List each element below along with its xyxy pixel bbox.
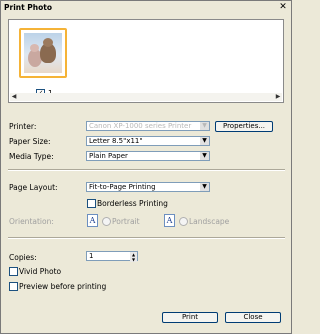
divider — [8, 169, 285, 171]
copies-value: 1 — [89, 252, 94, 260]
copies-label: Copies: — [9, 253, 37, 262]
vivid-photo-checkbox[interactable] — [9, 267, 18, 276]
copies-stepper[interactable]: ▲ ▼ — [130, 252, 137, 262]
scroll-left-icon[interactable]: ◀ — [10, 93, 18, 101]
paper-size-value: Letter 8.5"x11" — [89, 137, 143, 145]
scroll-right-icon[interactable]: ▶ — [274, 93, 282, 101]
horizontal-scrollbar[interactable]: ◀ ▶ — [10, 93, 282, 101]
photo-thumbnail[interactable] — [19, 28, 67, 78]
copies-input[interactable]: 1 ▲ ▼ — [86, 251, 138, 262]
photo-preview-panel: ✓ 1 ◀ ▶ — [8, 19, 284, 103]
portrait-orientation-icon: A — [87, 214, 98, 227]
media-type-select[interactable]: Plain Paper ▼ — [86, 151, 210, 161]
orientation-label: Orientation: — [9, 217, 54, 226]
media-type-value: Plain Paper — [89, 152, 128, 160]
close-button[interactable]: Close — [225, 312, 281, 323]
printer-select[interactable]: Canon XP-1000 series Printer ▼ — [86, 121, 210, 131]
print-photo-dialog: Print Photo ✕ ✓ 1 ◀ ▶ Printer: Canon XP-… — [0, 0, 292, 334]
printer-value: Canon XP-1000 series Printer — [89, 122, 192, 130]
preview-before-printing-label: Preview before printing — [19, 282, 107, 291]
chevron-down-icon: ▼ — [200, 137, 209, 145]
close-icon[interactable]: ✕ — [278, 2, 288, 12]
borderless-checkbox[interactable] — [87, 199, 96, 208]
spin-down-icon: ▼ — [131, 257, 136, 262]
landscape-radio[interactable] — [179, 217, 188, 226]
paper-size-select[interactable]: Letter 8.5"x11" ▼ — [86, 136, 210, 146]
vivid-photo-label: Vivid Photo — [19, 267, 62, 276]
page-layout-label: Page Layout: — [9, 183, 58, 192]
chevron-down-icon: ▼ — [200, 122, 209, 130]
title-bar: Print Photo ✕ — [1, 1, 291, 14]
landscape-label: Landscape — [189, 217, 230, 226]
chevron-down-icon: ▼ — [200, 152, 209, 160]
printer-label: Printer: — [9, 122, 37, 131]
preview-before-printing-checkbox[interactable] — [9, 282, 18, 291]
properties-button[interactable]: Properties... — [215, 121, 273, 132]
print-button[interactable]: Print — [162, 312, 218, 323]
divider — [8, 237, 285, 239]
photo-image — [24, 33, 62, 73]
portrait-radio[interactable] — [102, 217, 111, 226]
page-layout-value: Fit-to-Page Printing — [89, 183, 156, 191]
paper-size-label: Paper Size: — [9, 137, 51, 146]
dialog-title: Print Photo — [4, 3, 53, 12]
page-layout-select[interactable]: Fit-to-Page Printing ▼ — [86, 182, 210, 192]
landscape-orientation-icon: A — [164, 214, 175, 227]
borderless-label: Borderless Printing — [97, 199, 168, 208]
portrait-label: Portrait — [112, 217, 140, 226]
media-type-label: Media Type: — [9, 152, 54, 161]
chevron-down-icon: ▼ — [200, 183, 209, 191]
